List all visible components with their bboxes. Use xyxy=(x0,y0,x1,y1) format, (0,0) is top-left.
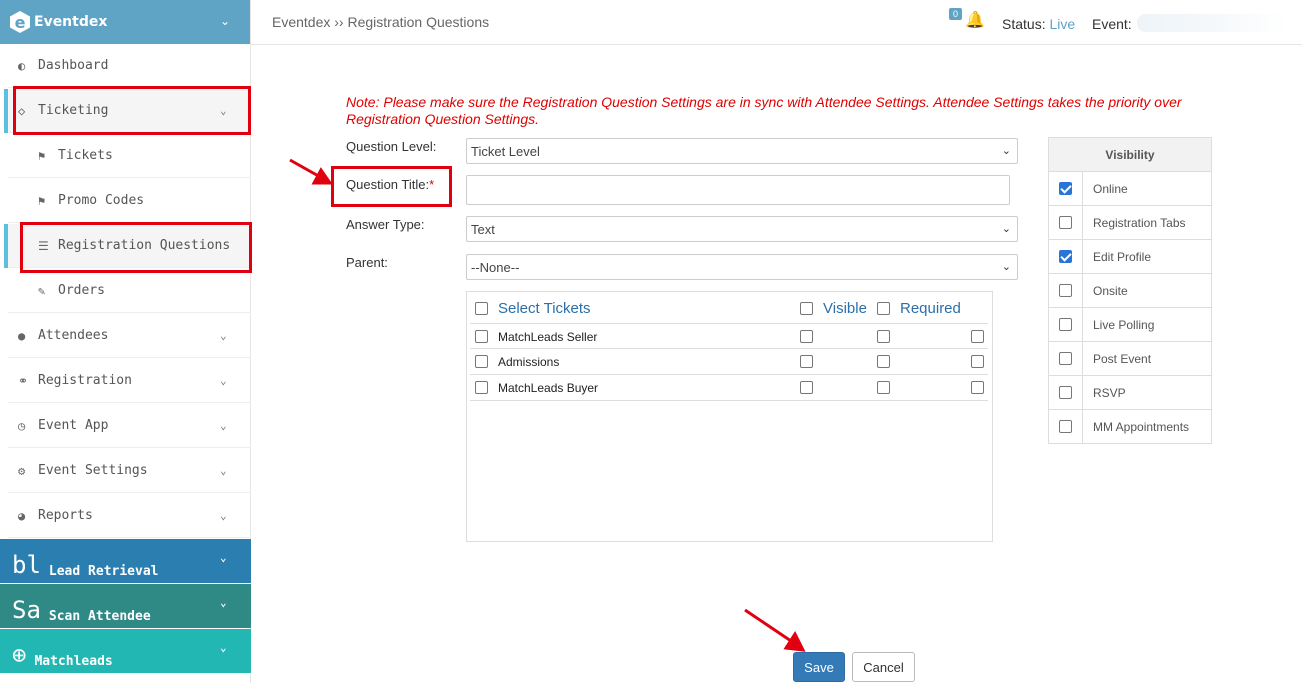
arrow-to-save xyxy=(744,608,795,645)
arrow-head xyxy=(311,167,333,185)
annotation-arrows xyxy=(289,158,806,652)
arrow-head xyxy=(783,630,806,652)
